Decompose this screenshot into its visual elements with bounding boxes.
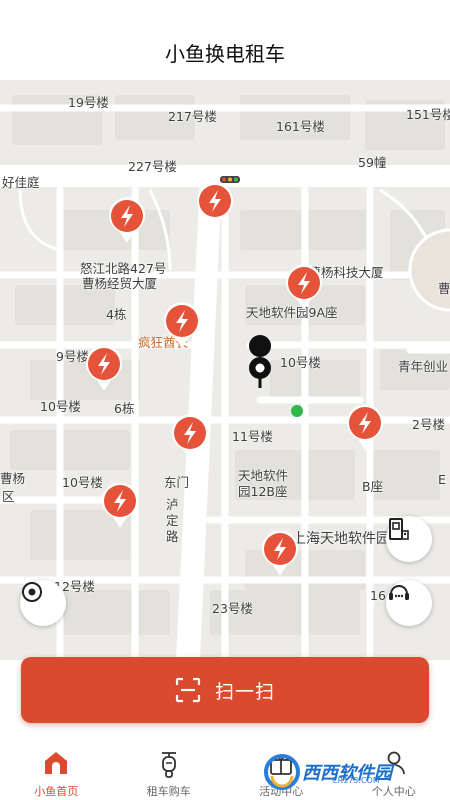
battery-station-pin[interactable] xyxy=(107,195,147,245)
map-label: 曹杨 xyxy=(0,471,26,486)
user-location-dot xyxy=(291,405,303,417)
battery-station-pin[interactable] xyxy=(195,180,235,230)
map-label: 曹 xyxy=(438,281,450,296)
locate-target-icon xyxy=(22,582,42,602)
tab-label: 小鱼首页 xyxy=(34,785,79,798)
map-label: 园12B座 xyxy=(238,484,288,499)
map-label: 东门 xyxy=(164,475,190,490)
station-list-button[interactable] xyxy=(386,516,432,562)
battery-station-pin[interactable] xyxy=(345,402,385,452)
watermark-sub: CR173.COM xyxy=(332,776,380,785)
scan-qr-icon xyxy=(175,677,201,703)
map-label: E xyxy=(438,472,446,487)
battery-station-pin[interactable] xyxy=(100,480,140,530)
map-label: 151号楼 xyxy=(406,107,450,122)
battery-station-pin[interactable] xyxy=(162,300,202,350)
map-view[interactable]: 19号楼 217号楼 161号楼 151号楼 227号楼 59幢 好佳庭 怒江北… xyxy=(0,80,450,660)
watermark-logo-icon xyxy=(264,754,300,790)
scan-button[interactable]: 扫一扫 xyxy=(21,657,429,723)
map-label: 227号楼 xyxy=(128,159,177,174)
map-label: 23号楼 xyxy=(212,601,253,616)
customer-service-icon xyxy=(389,585,409,600)
map-label: 好佳庭 xyxy=(2,175,40,190)
tab-label: 租车购车 xyxy=(146,785,191,798)
map-label: 11号楼 xyxy=(232,429,273,444)
building-icon xyxy=(389,518,409,540)
map-label: 2号楼 xyxy=(412,417,445,432)
map-label: 16 xyxy=(370,588,386,603)
battery-station-pin[interactable] xyxy=(84,343,124,393)
map-label: 区 xyxy=(2,489,15,504)
page-title: 小鱼换电租车 xyxy=(165,42,285,66)
map-label: 161号楼 xyxy=(276,119,325,134)
battery-station-pin[interactable] xyxy=(260,528,300,578)
location-marker-icon xyxy=(249,335,272,388)
battery-station-pin[interactable] xyxy=(284,262,324,312)
home-icon xyxy=(39,746,73,780)
map-label: 217号楼 xyxy=(168,109,217,124)
locate-button[interactable] xyxy=(20,580,66,626)
map-label: 10号楼 xyxy=(62,475,103,490)
battery-station-pin[interactable] xyxy=(170,412,210,462)
customer-service-button[interactable] xyxy=(386,580,432,626)
map-label: 路 xyxy=(166,529,179,544)
map-label: 上海天地软件园 xyxy=(292,531,390,547)
scan-label: 扫一扫 xyxy=(214,680,275,703)
map-label: 10号楼 xyxy=(280,355,321,370)
map-label: 曹杨经贸大厦 xyxy=(82,276,158,291)
map-label: 4栋 xyxy=(106,307,127,322)
map-label: 10号楼 xyxy=(40,399,81,414)
tab-rent-buy[interactable]: 租车购车 xyxy=(113,740,226,800)
app-header: 小鱼换电租车 xyxy=(0,0,450,80)
scooter-icon xyxy=(152,746,186,780)
site-watermark: 西西软件园 CR173.COM xyxy=(262,750,430,794)
map-label: 59幢 xyxy=(358,155,387,170)
map-label: B座 xyxy=(362,479,384,494)
map-label: 青年创业 xyxy=(398,359,449,374)
map-label: 6栋 xyxy=(114,401,135,416)
tab-home[interactable]: 小鱼首页 xyxy=(0,740,113,800)
map-label: 19号楼 xyxy=(68,95,109,110)
